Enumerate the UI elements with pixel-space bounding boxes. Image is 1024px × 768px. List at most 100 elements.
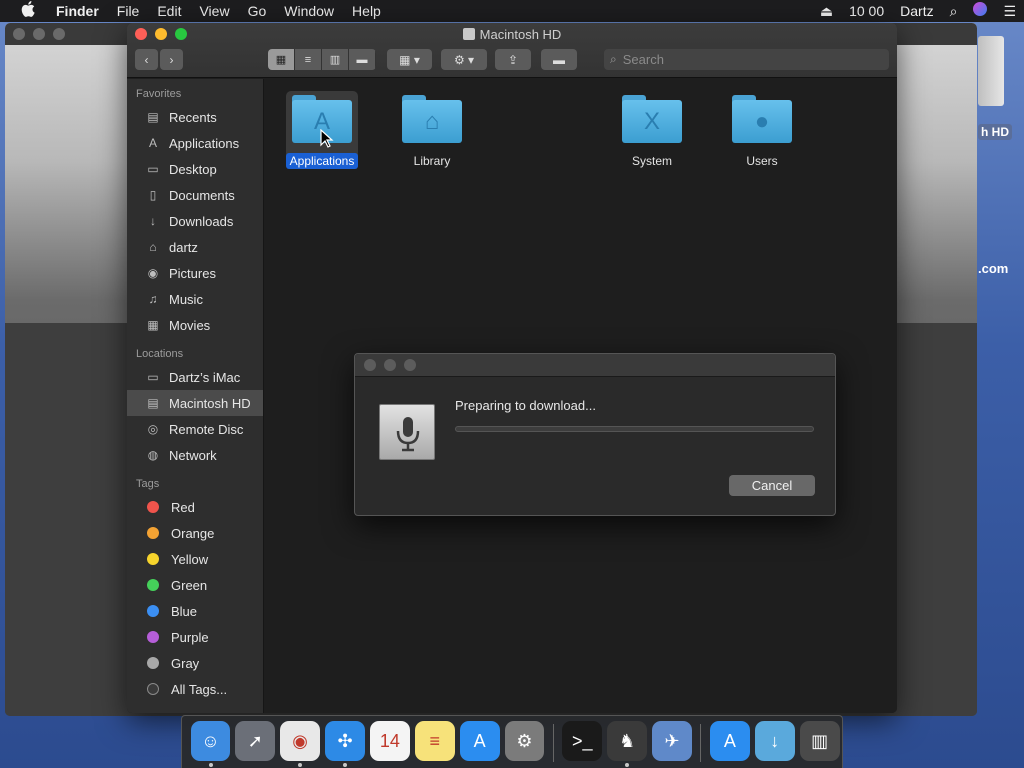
chrome-icon[interactable]: ◉: [280, 721, 321, 767]
menu-help[interactable]: Help: [343, 0, 390, 22]
dock-icon-glyph: >_: [572, 730, 593, 751]
minimize-dot[interactable]: [33, 28, 45, 40]
app-store-icon[interactable]: A: [459, 721, 500, 761]
menu-window[interactable]: Window: [275, 0, 343, 22]
column-view-button[interactable]: ▥: [322, 49, 349, 70]
system-preferences-icon[interactable]: ⚙: [504, 721, 545, 761]
folder-item[interactable]: X System: [607, 91, 697, 169]
siri-icon[interactable]: [965, 0, 995, 22]
chess-icon[interactable]: ♞: [607, 721, 648, 767]
folder-item[interactable]: ⌂ Library: [387, 91, 477, 169]
menu-finder[interactable]: Finder: [56, 0, 108, 22]
tag-color-dot-icon: [147, 527, 159, 539]
search-field[interactable]: ⌕ Search: [604, 49, 889, 70]
dialog-close-dot: [364, 359, 376, 371]
desktop-com-label[interactable]: .com: [978, 261, 1008, 276]
menu-file[interactable]: File: [108, 0, 149, 22]
notes-icon[interactable]: ≡: [414, 721, 455, 761]
sidebar-tag-orange[interactable]: Orange: [127, 520, 263, 546]
group-by-button[interactable]: ▦ ▾: [387, 49, 432, 70]
desktop-hd-icon[interactable]: [978, 36, 1004, 106]
clock[interactable]: 10 00: [841, 0, 892, 22]
sidebar-item-label: Music: [169, 291, 203, 307]
launchpad-icon[interactable]: ➚: [235, 721, 276, 761]
sidebar-item-label: Orange: [171, 525, 215, 541]
dock-icon-glyph: ↓: [770, 730, 780, 751]
list-view-button[interactable]: ≡: [295, 49, 322, 70]
finder-icon[interactable]: ☺: [190, 721, 231, 767]
system-folder-icon: X: [622, 95, 682, 143]
applications-icon: A: [148, 136, 157, 150]
library-folder-icon: ⌂: [402, 95, 462, 143]
share-button[interactable]: ⇪: [495, 49, 531, 70]
terminal-icon[interactable]: >_: [562, 721, 603, 761]
sidebar-tag-purple[interactable]: Purple: [127, 624, 263, 650]
apple-menu-icon[interactable]: [0, 1, 56, 21]
zoom-dot[interactable]: [53, 28, 65, 40]
user-menu[interactable]: Dartz: [892, 0, 941, 22]
action-button[interactable]: ⚙ ▾: [441, 49, 487, 70]
downloads-folder-icon[interactable]: ↓: [754, 721, 795, 761]
desktop-hd-label[interactable]: h HD: [978, 124, 1012, 140]
sidebar-item-documents[interactable]: ▯ Documents: [127, 182, 263, 208]
sidebar-tag-gray[interactable]: Gray: [127, 650, 263, 676]
sidebar-item-movies[interactable]: ▦ Movies: [127, 312, 263, 338]
sidebar-item-imac[interactable]: ▭ Dartz’s iMac: [127, 364, 263, 390]
sidebar-item-applications[interactable]: A Applications: [127, 130, 263, 156]
tag-icon: ▬: [553, 52, 565, 67]
sidebar-tag-blue[interactable]: Blue: [127, 598, 263, 624]
sidebar-item-desktop[interactable]: ▭ Desktop: [127, 156, 263, 182]
trash-icon[interactable]: ▥: [799, 721, 840, 761]
icon-view-button[interactable]: ▦: [268, 49, 295, 70]
tag-color-dot-icon: [147, 631, 159, 643]
sidebar-header-tags: Tags: [136, 478, 160, 490]
sidebar-tag-all-tags[interactable]: All Tags...: [127, 676, 263, 702]
gallery-view-button[interactable]: ▬: [349, 49, 376, 70]
tag-color-dot-icon: [147, 501, 159, 513]
sidebar-item-downloads[interactable]: ↓ Downloads: [127, 208, 263, 234]
sidebar-item-macintosh-hd[interactable]: ▤ Macintosh HD: [127, 390, 263, 416]
window-title-text: Macintosh HD: [479, 27, 562, 42]
sidebar-tag-yellow[interactable]: Yellow: [127, 546, 263, 572]
sidebar-item-pictures[interactable]: ◉ Pictures: [127, 260, 263, 286]
tag-color-dot-icon: [147, 553, 159, 565]
tag-color-dot-icon: [147, 605, 159, 617]
running-indicator: [343, 763, 348, 767]
sidebar-item-network[interactable]: ◍ Network: [127, 442, 263, 468]
forward-button[interactable]: ›: [160, 49, 183, 70]
sidebar-item-label: Dartz’s iMac: [169, 369, 241, 385]
dock-icon-glyph: ➚: [247, 730, 263, 751]
close-dot[interactable]: [13, 28, 25, 40]
dialog-zoom-dot: [404, 359, 416, 371]
notification-center-icon[interactable]: ☰: [995, 0, 1024, 22]
app-store-install-icon[interactable]: A: [709, 721, 750, 761]
sidebar-tag-green[interactable]: Green: [127, 572, 263, 598]
spotlight-icon[interactable]: ⌕: [942, 0, 966, 22]
hard-drive-icon: ▤: [147, 396, 159, 410]
tag-color-dot-icon: [147, 657, 159, 669]
preview-icon[interactable]: ✈: [652, 721, 692, 761]
cancel-button[interactable]: Cancel: [729, 475, 815, 496]
eject-icon[interactable]: ⏏: [812, 0, 841, 22]
sidebar: Favorites ▤ Recents A Applications ▭ Deskto…: [127, 79, 264, 713]
menu-edit[interactable]: Edit: [148, 0, 190, 22]
sidebar-item-recents[interactable]: ▤ Recents: [127, 104, 263, 130]
sidebar-item-remote-disc[interactable]: ◎ Remote Disc: [127, 416, 263, 442]
folder-item[interactable]: ● Users: [717, 91, 807, 169]
tags-button[interactable]: ▬: [541, 49, 577, 70]
folder-label: System: [631, 154, 672, 168]
sidebar-tag-red[interactable]: Red: [127, 494, 263, 520]
users-folder-icon: ●: [732, 95, 792, 143]
sidebar-item-label: Gray: [171, 655, 200, 671]
sidebar-item-home[interactable]: ⌂ dartz: [127, 234, 263, 260]
sidebar-item-label: Applications: [169, 135, 240, 151]
back-button[interactable]: ‹: [135, 49, 158, 70]
sidebar-item-music[interactable]: ♫ Music: [127, 286, 263, 312]
calendar-icon[interactable]: 14: [369, 721, 410, 761]
safari-icon[interactable]: ✣: [325, 721, 365, 767]
film-icon: ▦: [147, 318, 159, 332]
menu-view[interactable]: View: [190, 0, 238, 22]
grid-icon: ▦ ▾: [399, 52, 420, 67]
menu-go[interactable]: Go: [239, 0, 276, 22]
sidebar-header-favorites: Favorites: [136, 88, 182, 100]
